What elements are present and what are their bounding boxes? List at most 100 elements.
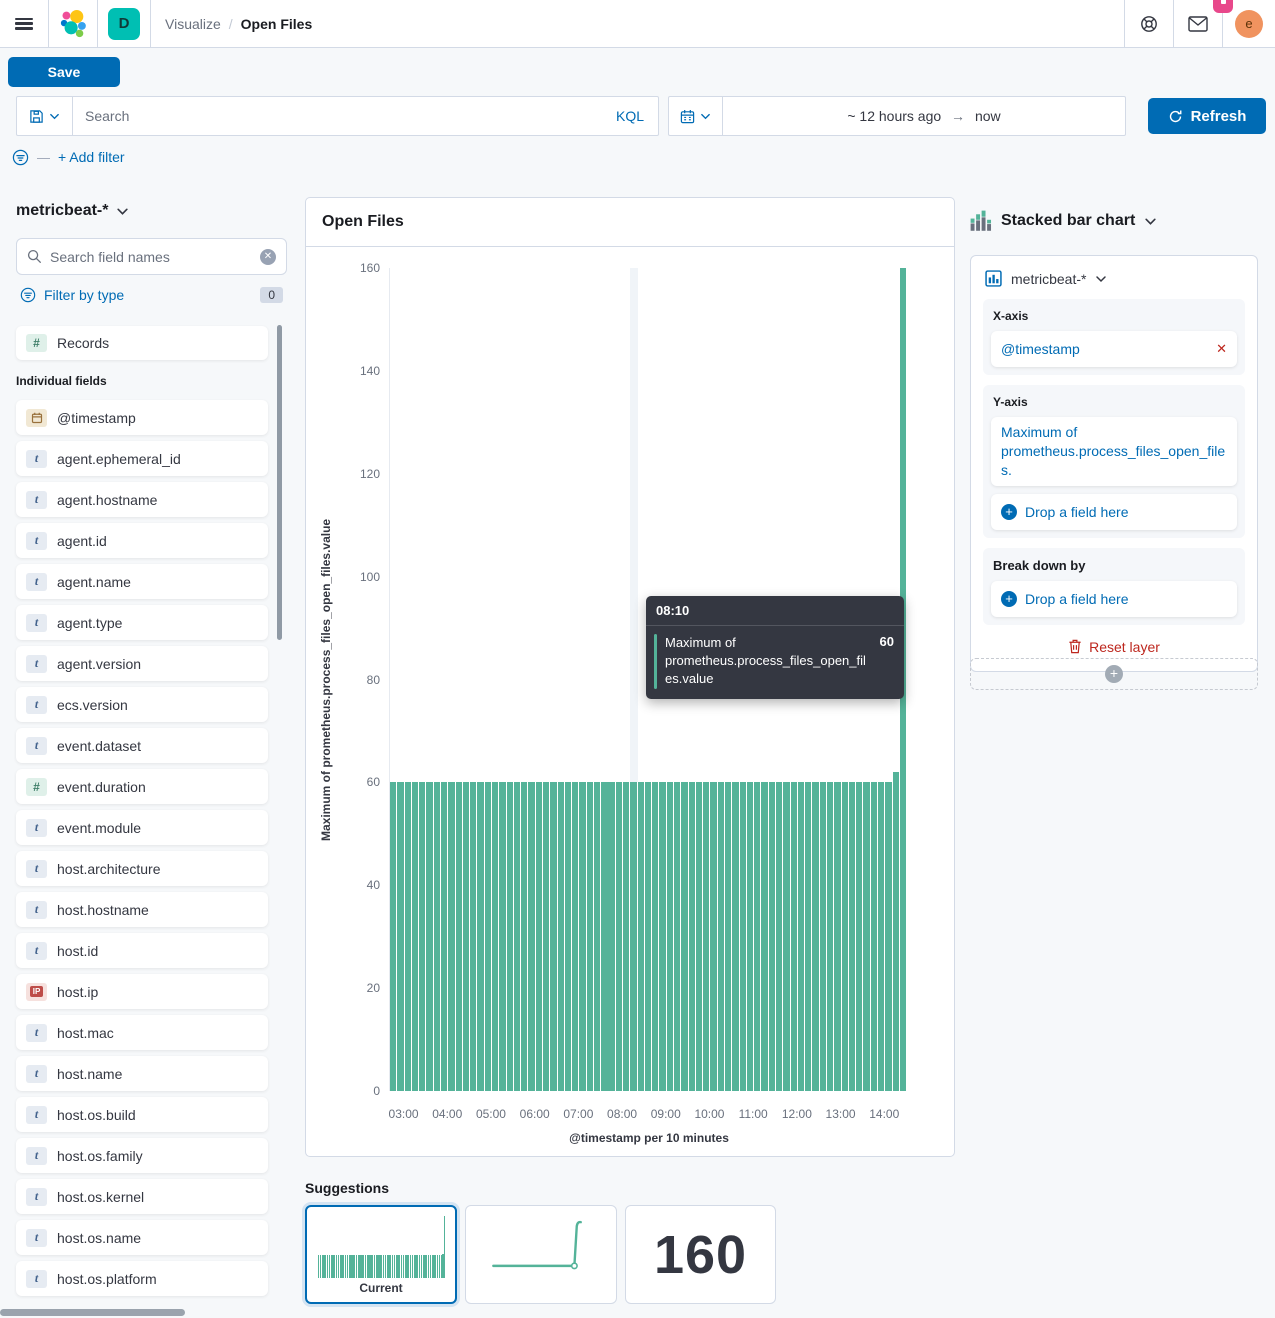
field-item[interactable]: tecs.version — [16, 687, 268, 722]
bar[interactable] — [740, 782, 746, 1091]
date-range-end[interactable]: now — [975, 108, 1001, 124]
search-input[interactable] — [73, 108, 602, 124]
clear-search-icon[interactable]: ✕ — [260, 249, 276, 265]
bar[interactable] — [820, 782, 826, 1091]
field-search-input[interactable] — [50, 249, 252, 265]
chart-type-switcher[interactable]: Stacked bar chart — [970, 210, 1258, 232]
bar[interactable] — [419, 782, 425, 1091]
bar[interactable] — [783, 782, 789, 1091]
index-pattern-switcher[interactable]: metricbeat-* — [16, 202, 288, 220]
bar[interactable] — [674, 782, 680, 1091]
saved-query-menu-button[interactable] — [17, 97, 73, 135]
field-item[interactable]: thost.hostname — [16, 892, 268, 927]
bar[interactable] — [769, 782, 775, 1091]
records-field-item[interactable]: # Records — [16, 326, 268, 360]
bar[interactable] — [543, 782, 549, 1091]
bar[interactable] — [732, 782, 738, 1091]
bar[interactable] — [594, 782, 600, 1091]
newsfeed-button[interactable] — [1174, 0, 1222, 48]
bar[interactable] — [528, 782, 534, 1091]
field-item[interactable]: tevent.dataset — [16, 728, 268, 763]
bar[interactable] — [871, 782, 877, 1091]
menu-button[interactable] — [0, 0, 48, 48]
bar[interactable] — [856, 782, 862, 1091]
bar[interactable] — [623, 782, 629, 1091]
sidebar-scrollbar[interactable] — [277, 325, 282, 640]
date-quick-select-button[interactable] — [669, 97, 723, 135]
bar[interactable] — [579, 782, 585, 1091]
field-item[interactable]: tagent.name — [16, 564, 268, 599]
bar[interactable] — [834, 782, 840, 1091]
elastic-logo[interactable] — [49, 0, 97, 48]
bar[interactable] — [448, 782, 454, 1091]
x-axis-dimension[interactable]: @timestamp ✕ — [991, 331, 1237, 367]
bar[interactable] — [689, 782, 695, 1091]
filter-by-type-button[interactable]: Filter by type 0 — [20, 287, 283, 303]
field-item[interactable]: thost.os.family — [16, 1138, 268, 1173]
bar[interactable] — [536, 782, 542, 1091]
field-item[interactable]: thost.id — [16, 933, 268, 968]
field-item[interactable]: thost.os.kernel — [16, 1179, 268, 1214]
bar[interactable] — [441, 782, 447, 1091]
remove-dimension-icon[interactable]: ✕ — [1208, 341, 1227, 357]
add-filter-button[interactable]: + Add filter — [58, 149, 125, 165]
bar[interactable] — [630, 782, 636, 1091]
field-item[interactable]: IPhost.ip — [16, 974, 268, 1009]
filter-options-icon[interactable] — [12, 149, 29, 166]
field-item[interactable]: tagent.id — [16, 523, 268, 558]
bar[interactable] — [434, 782, 440, 1091]
bar[interactable] — [703, 782, 709, 1091]
add-layer-button[interactable]: + — [970, 658, 1258, 690]
bar[interactable] — [470, 782, 476, 1091]
refresh-button[interactable]: Refresh — [1148, 98, 1266, 134]
field-item[interactable]: #event.duration — [16, 769, 268, 804]
bar[interactable] — [499, 782, 505, 1091]
horizontal-scrollbar[interactable] — [0, 1309, 185, 1316]
bar[interactable] — [885, 782, 891, 1091]
bar[interactable] — [798, 782, 804, 1091]
bar[interactable] — [725, 782, 731, 1091]
field-item[interactable]: tagent.type — [16, 605, 268, 640]
bar[interactable] — [863, 782, 869, 1091]
date-range[interactable]: ~ 12 hours ago → now — [723, 108, 1125, 124]
y-axis-drop-target[interactable]: + Drop a field here — [991, 494, 1237, 530]
bar[interactable] — [463, 782, 469, 1091]
bar[interactable] — [485, 782, 491, 1091]
bar[interactable] — [754, 782, 760, 1091]
query-language-toggle[interactable]: KQL — [602, 108, 658, 124]
bar[interactable] — [878, 782, 884, 1091]
suggestion-metric[interactable]: 160 — [625, 1205, 776, 1304]
bar[interactable] — [477, 782, 483, 1091]
bar[interactable] — [550, 782, 556, 1091]
save-button[interactable]: Save — [8, 57, 120, 87]
field-item[interactable]: thost.os.name — [16, 1220, 268, 1255]
field-item[interactable]: thost.os.platform — [16, 1261, 268, 1296]
bar[interactable] — [390, 782, 396, 1091]
bar[interactable] — [842, 782, 848, 1091]
bar[interactable] — [572, 782, 578, 1091]
suggestion-line-chart[interactable] — [465, 1205, 617, 1304]
bar[interactable] — [718, 782, 724, 1091]
bar[interactable] — [827, 782, 833, 1091]
bar[interactable] — [616, 782, 622, 1091]
break-down-drop-target[interactable]: + Drop a field here — [991, 581, 1237, 617]
bar[interactable] — [681, 782, 687, 1091]
bar[interactable] — [652, 782, 658, 1091]
space-badge[interactable]: D — [108, 8, 140, 40]
bar[interactable] — [412, 782, 418, 1091]
bar[interactable] — [667, 782, 673, 1091]
bar[interactable] — [776, 782, 782, 1091]
suggestion-current[interactable]: Current — [305, 1205, 457, 1304]
bar[interactable] — [426, 782, 432, 1091]
bar[interactable] — [492, 782, 498, 1091]
bar[interactable] — [710, 782, 716, 1091]
field-item[interactable]: tevent.module — [16, 810, 268, 845]
field-item[interactable]: thost.name — [16, 1056, 268, 1091]
field-item[interactable]: @timestamp — [16, 400, 268, 435]
help-button[interactable] — [1125, 0, 1173, 48]
field-item[interactable]: thost.mac — [16, 1015, 268, 1050]
field-item[interactable]: thost.architecture — [16, 851, 268, 886]
field-item[interactable]: thost.os.build — [16, 1097, 268, 1132]
reset-layer-button[interactable]: Reset layer — [983, 639, 1245, 655]
date-range-start[interactable]: ~ 12 hours ago — [847, 108, 941, 124]
